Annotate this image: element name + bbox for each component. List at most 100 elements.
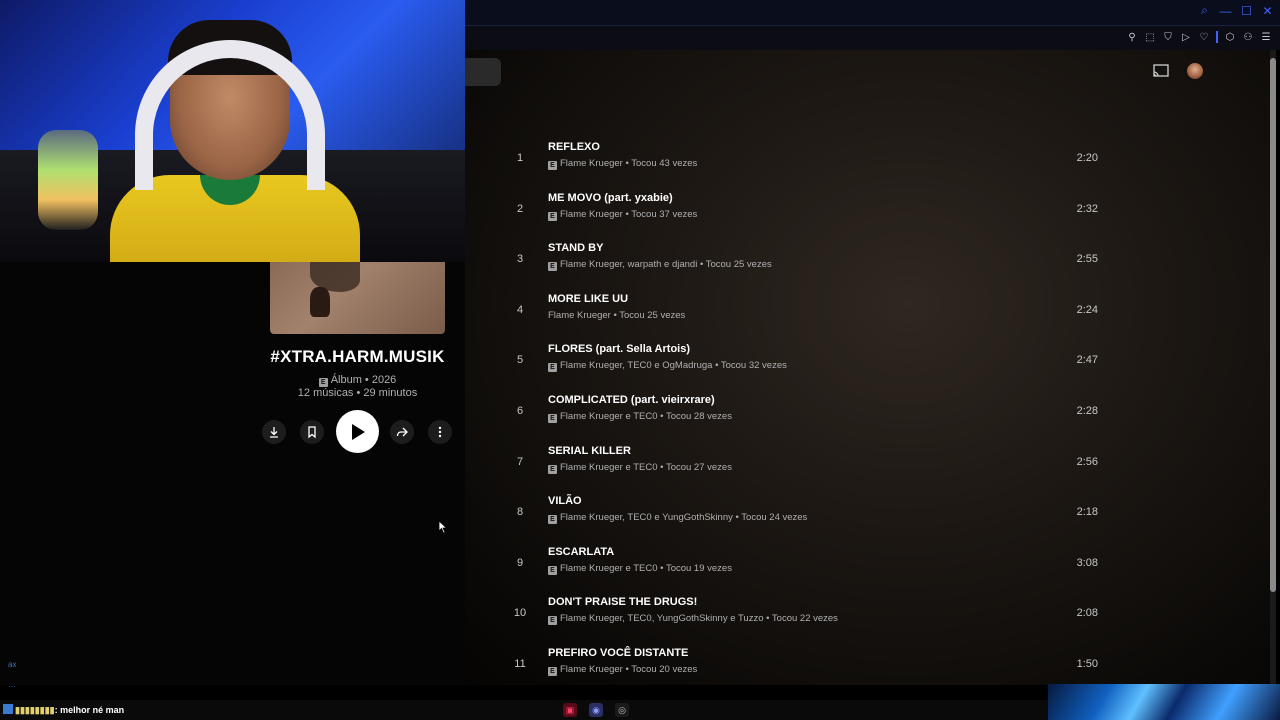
- search-box[interactable]: [465, 58, 501, 86]
- track-artists-plays: Flame Krueger e TEC0 • Tocou 27 vezes: [560, 461, 732, 473]
- track-title[interactable]: COMPLICATED (part. vieirxrare): [548, 394, 715, 406]
- track-row[interactable]: 8 VILÃO E Flame Krueger, TEC0 e YungGothSki…: [505, 487, 1115, 537]
- track-title[interactable]: SERIAL KILLER: [548, 445, 631, 457]
- track-subtitle: Flame Krueger • Tocou 25 vezes: [548, 310, 685, 321]
- track-title[interactable]: ESCARLATA: [548, 546, 614, 558]
- download-button[interactable]: [262, 420, 286, 444]
- track-subtitle: E Flame Krueger e TEC0 • Tocou 27 vezes: [548, 462, 732, 474]
- discord-icon[interactable]: ◉: [589, 703, 603, 717]
- toolbar-icons: ⚲ ⬚ ⛉ ▷ ♡ ⬡ ⚇ ☰: [1126, 31, 1272, 43]
- chat-username-blurred: ▮▮▮▮▮▮▮▮: [15, 705, 55, 715]
- track-title[interactable]: STAND BY: [548, 242, 603, 254]
- track-artists-plays: Flame Krueger • Tocou 43 vezes: [560, 158, 698, 169]
- explicit-badge: E: [548, 262, 557, 272]
- player-icon[interactable]: ▷: [1180, 31, 1192, 43]
- track-title[interactable]: ME MOVO (part. yxabie): [548, 192, 673, 204]
- track-row[interactable]: 4 MORE LIKE UU Flame Krueger • Tocou 25 ve…: [505, 285, 1115, 335]
- track-duration: 2:18: [1076, 506, 1098, 519]
- more-options-button[interactable]: [428, 420, 452, 444]
- track-artists-plays: Flame Krueger, warpath e djandi • Tocou …: [560, 259, 772, 271]
- pocket-icon[interactable]: ⛉: [1162, 31, 1174, 43]
- download-icon: [270, 427, 278, 438]
- album-title: #XTRA.HARM.MUSIK: [270, 347, 445, 366]
- save-library-button[interactable]: [300, 420, 324, 444]
- chat-message-text: : melhor né man: [54, 705, 125, 715]
- track-row[interactable]: 7 SERIAL KILLER E Flame Krueger e TEC0 • To…: [505, 437, 1115, 487]
- track-number: 4: [516, 303, 524, 316]
- play-icon: [351, 423, 365, 440]
- chrome-icon[interactable]: ◎: [615, 703, 629, 717]
- share-icon: [396, 427, 408, 437]
- track-row[interactable]: 5 FLORES (part. Sella Artois) E Flame Krueg…: [505, 335, 1115, 385]
- explicit-badge: E: [548, 464, 557, 474]
- track-title[interactable]: VILÃO: [548, 495, 582, 507]
- track-row[interactable]: 10 DON'T PRAISE THE DRUGS! E Flame Krueger,…: [505, 588, 1115, 638]
- heart-icon[interactable]: ♡: [1198, 31, 1210, 43]
- track-title[interactable]: REFLEXO: [548, 141, 600, 153]
- maximize-icon[interactable]: ☐: [1240, 4, 1253, 18]
- extensions-icon[interactable]: ⬡: [1224, 31, 1236, 43]
- track-subtitle: E Flame Krueger e TEC0 • Tocou 28 vezes: [548, 411, 732, 423]
- album-cover: [270, 262, 445, 334]
- screenshot-icon[interactable]: ⬚: [1144, 31, 1156, 43]
- track-row[interactable]: 3 STAND BY E Flame Krueger, warpath e djand…: [505, 234, 1115, 284]
- track-artists-plays: Flame Krueger e TEC0 • Tocou 28 vezes: [560, 411, 732, 422]
- track-artists-plays: Flame Krueger, TEC0, YungGothSkinny e Tu…: [560, 613, 838, 625]
- track-number: 2: [516, 202, 524, 215]
- track-artists-plays: Flame Krueger, TEC0 e OgMadruga • Tocou …: [560, 360, 787, 372]
- track-artists-plays: Flame Krueger • Tocou 37 vezes: [560, 208, 698, 220]
- track-duration: 1:50: [1076, 658, 1098, 670]
- side-indicator: ax: [8, 660, 17, 669]
- album-type-year: E Álbum • 2026: [240, 374, 475, 387]
- track-subtitle: E Flame Krueger • Tocou 43 vezes: [548, 158, 697, 170]
- explicit-badge: E: [548, 363, 557, 373]
- explicit-badge: E: [548, 565, 557, 575]
- track-duration: 2:55: [1076, 253, 1098, 266]
- close-icon[interactable]: ✕: [1261, 4, 1274, 18]
- track-title[interactable]: FLORES (part. Sella Artois): [548, 343, 690, 355]
- track-row[interactable]: 11 PREFIRO VOCÊ DISTANTE E Flame Krueger • …: [505, 639, 1115, 689]
- track-duration: 2:20: [1076, 152, 1098, 164]
- scrollbar-thumb[interactable]: [1270, 58, 1276, 592]
- track-artists-plays: Flame Krueger • Tocou 20 vezes: [560, 664, 698, 675]
- explicit-badge: E: [318, 378, 328, 387]
- share-button[interactable]: [390, 420, 414, 444]
- play-button[interactable]: [336, 410, 379, 453]
- explicit-badge: E: [548, 161, 557, 170]
- track-number: 6: [516, 405, 524, 417]
- browser-titlebar: [465, 0, 1280, 26]
- album-type-year-text: Álbum • 2026: [330, 374, 397, 386]
- track-duration: 2:47: [1076, 354, 1098, 367]
- chat-message: ▮▮▮▮▮▮▮▮: melhor né man: [3, 704, 124, 716]
- track-number: 8: [516, 506, 524, 519]
- explicit-badge: E: [548, 616, 557, 626]
- more-vert-icon: [438, 426, 442, 438]
- account-icon[interactable]: ⚇: [1242, 31, 1254, 43]
- track-number: 11: [514, 658, 526, 670]
- search-icon[interactable]: ⌕: [1198, 3, 1211, 17]
- track-row[interactable]: 1 REFLEXO E Flame Krueger • Tocou 43 vezes 2…: [505, 133, 1115, 183]
- chat-user-badge: [3, 704, 13, 714]
- track-duration: 2:28: [1076, 405, 1098, 417]
- track-number: 7: [516, 455, 524, 468]
- track-title[interactable]: MORE LIKE UU: [548, 293, 628, 305]
- track-row[interactable]: 2 ME MOVO (part. yxabie) E Flame Krueger • …: [505, 184, 1115, 234]
- avatar[interactable]: [1187, 63, 1203, 79]
- track-title[interactable]: PREFIRO VOCÊ DISTANTE: [548, 647, 688, 659]
- window-controls: ⌕ — ☐ ✕: [1198, 3, 1274, 18]
- track-title[interactable]: DON'T PRAISE THE DRUGS!: [548, 596, 697, 608]
- track-number: 5: [516, 354, 524, 367]
- track-row[interactable]: 6 COMPLICATED (part. vieirxrare) E Flame Kr…: [505, 386, 1115, 436]
- overlay-glow-graphic: [1048, 684, 1280, 720]
- cast-icon[interactable]: [1153, 64, 1169, 78]
- track-duration: 2:56: [1076, 455, 1098, 468]
- menu-icon[interactable]: ☰: [1260, 31, 1272, 43]
- track-number: 1: [516, 152, 524, 164]
- microphone: [38, 130, 98, 230]
- minimize-icon[interactable]: —: [1219, 4, 1232, 18]
- toolbar-separator: [1216, 31, 1218, 43]
- track-row[interactable]: 9 ESCARLATA E Flame Krueger e TEC0 • Tocou …: [505, 538, 1115, 588]
- app-icon[interactable]: ▣: [563, 703, 577, 717]
- track-subtitle: E Flame Krueger, TEC0 e OgMadruga • Tocou…: [548, 360, 787, 373]
- pin-icon[interactable]: ⚲: [1126, 31, 1138, 43]
